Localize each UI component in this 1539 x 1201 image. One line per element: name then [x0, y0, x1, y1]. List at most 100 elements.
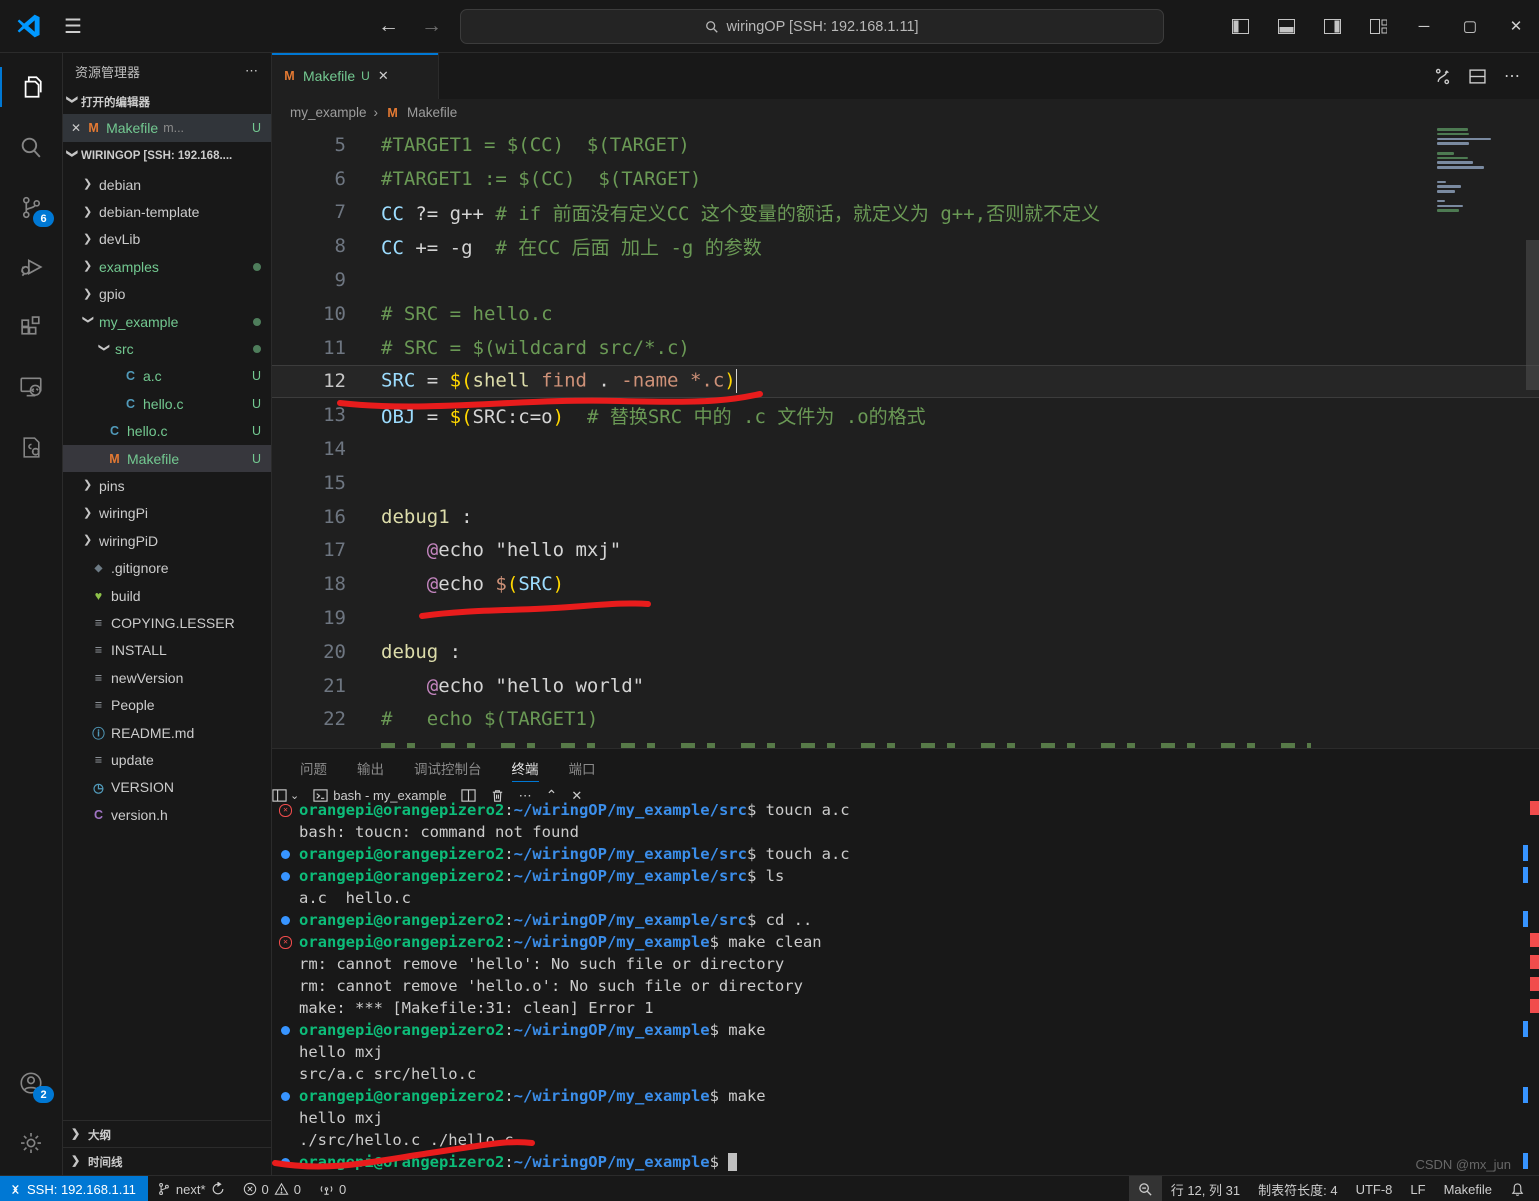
- notifications-bell[interactable]: [1501, 1176, 1539, 1201]
- remote-explorer-icon[interactable]: [0, 361, 62, 413]
- back-arrow-icon[interactable]: ←: [378, 14, 399, 38]
- sidebar-title: 资源管理器: [75, 62, 140, 81]
- indentation[interactable]: 制表符长度: 4: [1249, 1176, 1346, 1201]
- tree-item-my_example[interactable]: ❯my_example: [63, 308, 271, 335]
- tree-item-VERSION[interactable]: ◷VERSION: [63, 774, 271, 801]
- panel-tab-终端[interactable]: 终端: [512, 749, 539, 787]
- accounts-badge: 2: [33, 1086, 54, 1103]
- modified-dot: [253, 318, 261, 326]
- tree-item-examples[interactable]: ❯examples: [63, 253, 271, 280]
- tree-item-pins[interactable]: ❯pins: [63, 472, 271, 499]
- title-bar: ☰ ← → wiringOP [SSH: 192.168.1.11]: [0, 0, 1539, 53]
- command-center-search[interactable]: wiringOP [SSH: 192.168.1.11]: [460, 9, 1164, 44]
- open-editors-header[interactable]: ❯ 打开的编辑器: [63, 89, 271, 114]
- tab-makefile[interactable]: M Makefile U ✕: [272, 53, 439, 99]
- menu-icon[interactable]: ☰: [64, 14, 82, 39]
- extensions-icon[interactable]: [0, 301, 62, 353]
- close-button[interactable]: ✕: [1493, 0, 1539, 52]
- problems-indicator[interactable]: 0 0: [234, 1176, 310, 1201]
- timeline-section[interactable]: ❯ 时间线: [63, 1147, 279, 1175]
- accounts-icon[interactable]: 2: [0, 1057, 62, 1109]
- settings-gear-icon[interactable]: [0, 1117, 62, 1169]
- c-file-icon: C: [123, 369, 138, 383]
- ch-file-icon: C: [91, 808, 106, 822]
- tree-item-newVersion[interactable]: ≡newVersion: [63, 664, 271, 691]
- tree-item-README.md[interactable]: ⓘREADME.md: [63, 719, 271, 746]
- language-mode[interactable]: Makefile: [1435, 1176, 1501, 1201]
- run-debug-icon[interactable]: [0, 241, 62, 293]
- project-root-header[interactable]: ❯ WIRINGOP [SSH: 192.168....: [63, 142, 271, 169]
- panel-tab-调试控制台[interactable]: 调试控制台: [414, 749, 482, 787]
- file-tree: ❯debian❯debian-template❯devLib❯examples❯…: [63, 171, 271, 828]
- outline-section[interactable]: ❯ 大纲: [63, 1120, 279, 1148]
- terminal-line: orangepi@orangepizero2:~/wiringOP/my_exa…: [272, 1151, 1512, 1173]
- toggle-sidebar-icon[interactable]: [1217, 0, 1263, 52]
- tree-item-wiringPiD[interactable]: ❯wiringPiD: [63, 527, 271, 554]
- tree-item-INSTALL[interactable]: ≡INSTALL: [63, 637, 271, 664]
- chevron-down-icon: ❯: [82, 315, 95, 326]
- customize-layout-icon[interactable]: [1355, 0, 1401, 52]
- maximize-button[interactable]: ▢: [1447, 0, 1493, 52]
- panel-tab-端口[interactable]: 端口: [569, 749, 596, 787]
- zoom-indicator[interactable]: [1129, 1176, 1162, 1201]
- tree-item-COPYING.LESSER[interactable]: ≡COPYING.LESSER: [63, 609, 271, 636]
- chevron-right-icon: ❯: [71, 1154, 82, 1167]
- toggle-panel-icon[interactable]: [1263, 0, 1309, 52]
- split-editor-icon[interactable]: [1469, 68, 1486, 85]
- tree-item-.gitignore[interactable]: ◆.gitignore: [63, 554, 271, 581]
- panel-tab-问题[interactable]: 问题: [300, 749, 327, 787]
- more-actions-icon[interactable]: ⋯: [1504, 66, 1521, 86]
- close-icon[interactable]: ✕: [71, 121, 81, 135]
- minimap[interactable]: [1437, 128, 1525, 214]
- eol[interactable]: LF: [1401, 1176, 1434, 1201]
- code-line-17: 17 @echo "hello mxj": [272, 534, 1539, 568]
- toggle-secondary-sidebar-icon[interactable]: [1309, 0, 1355, 52]
- terminal-line: orangepi@orangepizero2:~/wiringOP/my_exa…: [272, 1085, 1512, 1107]
- terminal-line: a.c hello.c: [272, 887, 1512, 909]
- tree-item-debian[interactable]: ❯debian: [63, 171, 271, 198]
- tab-close-icon[interactable]: ✕: [378, 68, 389, 84]
- tree-item-a.c[interactable]: Ca.cU: [63, 363, 271, 390]
- tree-item-src[interactable]: ❯src: [63, 335, 271, 362]
- chevron-right-icon: ❯: [83, 533, 94, 546]
- tree-item-hello.c[interactable]: Chello.cU: [63, 390, 271, 417]
- sync-icon: [211, 1182, 225, 1196]
- cpp-tools-icon[interactable]: [0, 421, 62, 473]
- tree-item-update[interactable]: ≡update: [63, 746, 271, 773]
- tree-item-build[interactable]: ♥build: [63, 582, 271, 609]
- code-line-9: 9: [272, 263, 1539, 297]
- tree-item-wiringPi[interactable]: ❯wiringPi: [63, 500, 271, 527]
- panel-tab-输出[interactable]: 输出: [357, 749, 384, 787]
- minimize-button[interactable]: ─: [1401, 0, 1447, 52]
- breadcrumb[interactable]: my_example › M Makefile: [272, 99, 1539, 126]
- tree-item-version.h[interactable]: Cversion.h: [63, 801, 271, 828]
- cursor-position[interactable]: 行 12, 列 31: [1162, 1176, 1249, 1201]
- explorer-more-icon[interactable]: ⋯: [245, 63, 259, 79]
- source-control-icon[interactable]: 6: [0, 181, 62, 233]
- remote-indicator[interactable]: SSH: 192.168.1.11: [0, 1176, 148, 1201]
- chevron-right-icon: ❯: [83, 287, 94, 300]
- terminal-output[interactable]: ✕orangepi@orangepizero2:~/wiringOP/my_ex…: [272, 799, 1512, 1173]
- search-view-icon[interactable]: [0, 121, 62, 173]
- tree-item-gpio[interactable]: ❯gpio: [63, 281, 271, 308]
- bottom-panel: 问题输出调试控制台终端端口 ⌄ bash - my_example ⋯ ⌃ ✕ …: [272, 748, 1539, 1176]
- c-file-icon: C: [123, 397, 138, 411]
- tree-item-People[interactable]: ≡People: [63, 691, 271, 718]
- terminal-line: hello mxj: [272, 1107, 1512, 1129]
- explorer-icon[interactable]: [0, 61, 62, 113]
- branch-indicator[interactable]: next*: [148, 1176, 234, 1201]
- command-success-dot: [281, 850, 290, 859]
- tree-item-devLib[interactable]: ❯devLib: [63, 226, 271, 253]
- terminal-line: make: *** [Makefile:31: clean] Error 1: [272, 997, 1512, 1019]
- encoding[interactable]: UTF-8: [1347, 1176, 1402, 1201]
- open-editor-makefile[interactable]: ✕ M Makefile m... U: [63, 114, 271, 142]
- open-changes-icon[interactable]: [1434, 68, 1451, 85]
- tree-item-Makefile[interactable]: MMakefileU: [63, 445, 271, 472]
- code-editor[interactable]: 5#TARGET1 = $(CC) $(TARGET)6#TARGET1 := …: [272, 126, 1539, 748]
- tree-item-hello.c[interactable]: Chello.cU: [63, 418, 271, 445]
- forward-arrow-icon[interactable]: →: [421, 14, 442, 38]
- ports-indicator[interactable]: 0: [310, 1176, 355, 1201]
- terminal-line: orangepi@orangepizero2:~/wiringOP/my_exa…: [272, 843, 1512, 865]
- editor-scrollbar[interactable]: [1526, 240, 1539, 390]
- tree-item-debian-template[interactable]: ❯debian-template: [63, 198, 271, 225]
